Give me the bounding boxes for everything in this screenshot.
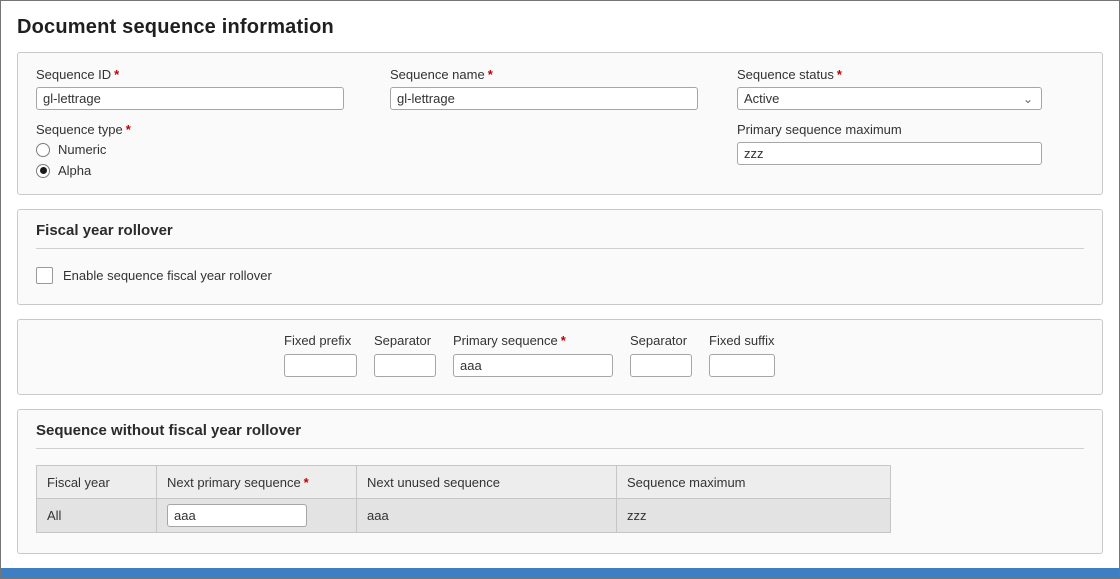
radio-numeric-label: Numeric <box>58 142 106 157</box>
sequence-status-value: Active <box>744 91 779 106</box>
separator-2-label: Separator <box>630 333 692 348</box>
grid-spacer <box>390 122 737 178</box>
fixed-prefix-field: Fixed prefix <box>284 333 357 377</box>
cell-next-unused-sequence: aaa <box>357 499 617 533</box>
sequence-status-field: Sequence status* Active ⌄ <box>737 67 1084 110</box>
sequence-id-input[interactable] <box>36 87 344 110</box>
radio-alpha[interactable]: Alpha <box>36 163 390 178</box>
enable-rollover-checkbox[interactable] <box>36 267 53 284</box>
separator-1-label: Separator <box>374 333 436 348</box>
fixed-suffix-field: Fixed suffix <box>709 333 775 377</box>
required-asterisk: * <box>561 333 566 348</box>
cell-next-primary-sequence <box>157 499 357 533</box>
primary-sequence-input[interactable] <box>453 354 613 377</box>
enable-rollover-checkbox-row[interactable]: Enable sequence fiscal year rollover <box>36 267 1084 284</box>
next-primary-sequence-input[interactable] <box>167 504 307 527</box>
required-asterisk: * <box>488 67 493 82</box>
fixed-prefix-input[interactable] <box>284 354 357 377</box>
required-asterisk: * <box>126 122 131 137</box>
sequence-status-label: Sequence status* <box>737 67 1084 82</box>
required-asterisk: * <box>837 67 842 82</box>
page-title: Document sequence information <box>1 1 1119 52</box>
cell-fiscal-year: All <box>37 499 157 533</box>
radio-alpha-circle <box>36 164 50 178</box>
fixed-suffix-label: Fixed suffix <box>709 333 775 348</box>
column-header-next-unused-sequence: Next unused sequence <box>357 466 617 499</box>
sequence-name-field: Sequence name* <box>390 67 737 110</box>
sequence-name-label: Sequence name* <box>390 67 737 82</box>
fiscal-year-rollover-panel: Fiscal year rollover Enable sequence fis… <box>17 209 1103 305</box>
primary-sequence-maximum-label: Primary sequence maximum <box>737 122 1084 137</box>
column-header-next-primary-sequence: Next primary sequence* <box>157 466 357 499</box>
fiscal-year-rollover-heading: Fiscal year rollover <box>36 222 1084 249</box>
sequence-id-label: Sequence ID* <box>36 67 390 82</box>
enable-rollover-checkbox-label: Enable sequence fiscal year rollover <box>63 268 272 283</box>
primary-sequence-label: Primary sequence* <box>453 333 613 348</box>
primary-sequence-maximum-input[interactable] <box>737 142 1042 165</box>
sequence-without-rollover-panel: Sequence without fiscal year rollover Fi… <box>17 409 1103 554</box>
radio-alpha-label: Alpha <box>58 163 91 178</box>
cell-sequence-maximum: zzz <box>617 499 891 533</box>
required-asterisk: * <box>304 475 309 490</box>
sequence-status-select[interactable]: Active ⌄ <box>737 87 1042 110</box>
sequence-table: Fiscal year Next primary sequence* Next … <box>36 465 891 533</box>
footer-accent-bar <box>1 568 1119 578</box>
column-header-sequence-maximum: Sequence maximum <box>617 466 891 499</box>
sequence-format-panel: Fixed prefix Separator Primary sequence*… <box>17 319 1103 395</box>
separator-1-input[interactable] <box>374 354 436 377</box>
separator-1-field: Separator <box>374 333 436 377</box>
table-header-row: Fiscal year Next primary sequence* Next … <box>37 466 891 499</box>
sequence-type-label: Sequence type* <box>36 122 390 137</box>
sequence-name-input[interactable] <box>390 87 698 110</box>
separator-2-input[interactable] <box>630 354 692 377</box>
column-header-fiscal-year: Fiscal year <box>37 466 157 499</box>
radio-numeric[interactable]: Numeric <box>36 142 390 157</box>
sequence-id-field: Sequence ID* <box>36 67 390 110</box>
separator-2-field: Separator <box>630 333 692 377</box>
fixed-prefix-label: Fixed prefix <box>284 333 357 348</box>
chevron-down-icon: ⌄ <box>1023 94 1033 104</box>
general-info-panel: Sequence ID* Sequence name* Sequence sta… <box>17 52 1103 195</box>
primary-sequence-maximum-field: Primary sequence maximum <box>737 122 1084 178</box>
fixed-suffix-input[interactable] <box>709 354 775 377</box>
radio-numeric-circle <box>36 143 50 157</box>
table-row: All aaa zzz <box>37 499 891 533</box>
sequence-without-rollover-heading: Sequence without fiscal year rollover <box>36 422 1084 449</box>
primary-sequence-field: Primary sequence* <box>453 333 613 377</box>
required-asterisk: * <box>114 67 119 82</box>
sequence-type-field: Sequence type* Numeric Alpha <box>36 122 390 178</box>
